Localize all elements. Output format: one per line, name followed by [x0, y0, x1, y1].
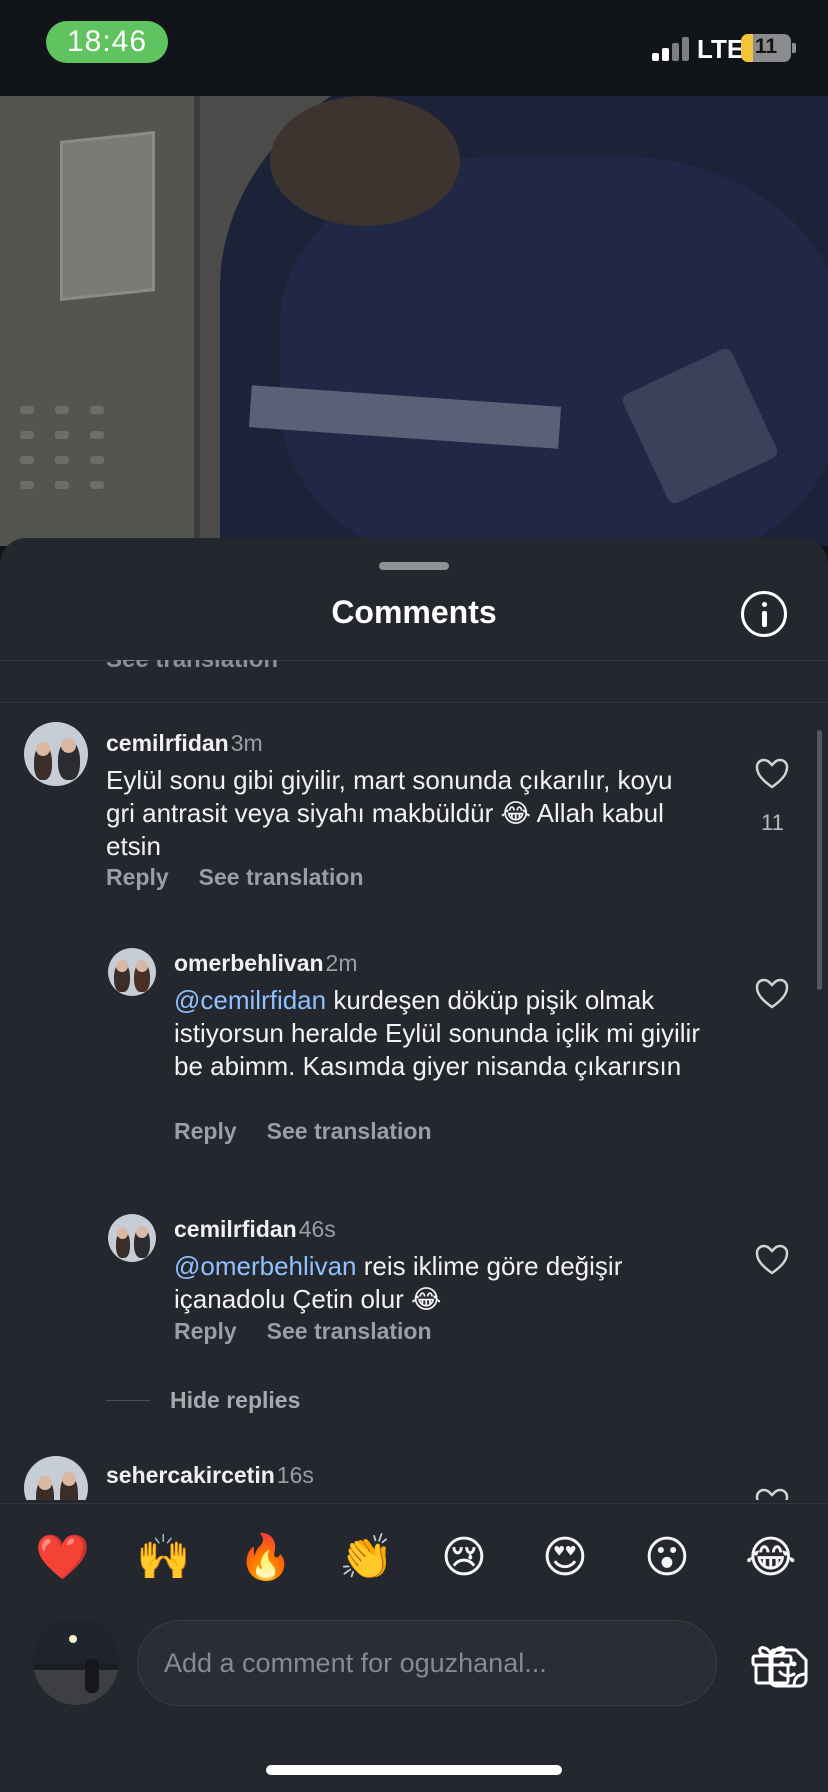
- heart-icon[interactable]: [755, 978, 789, 1010]
- avatar[interactable]: [108, 1214, 156, 1262]
- video-player[interactable]: [0, 96, 828, 546]
- comment-text: @cemilrfidan kurdeşen döküp pişik olmak …: [174, 984, 734, 1083]
- drag-handle[interactable]: [379, 562, 449, 570]
- emoji-clap[interactable]: 👏: [339, 1530, 394, 1586]
- avatar[interactable]: [24, 1456, 88, 1500]
- avatar[interactable]: [24, 722, 88, 786]
- comment-item: sehercakircetin16s: [0, 1450, 828, 1500]
- emoji-heart[interactable]: ❤️: [35, 1530, 90, 1586]
- network-label: LTE: [697, 34, 745, 64]
- see-translation-button[interactable]: See translation: [199, 864, 364, 890]
- see-translation-button[interactable]: See translation: [267, 1118, 432, 1144]
- gift-icon[interactable]: [749, 1641, 795, 1685]
- heart-icon[interactable]: [755, 758, 789, 790]
- user-avatar[interactable]: [33, 1619, 119, 1705]
- divider: [0, 702, 828, 703]
- battery-charging-icon: 11: [741, 34, 791, 62]
- comment-username[interactable]: cemilrfidan46s: [174, 1216, 336, 1243]
- comment-age: 3m: [230, 730, 263, 756]
- video-face: [270, 96, 460, 226]
- see-translation-link[interactable]: See translation: [106, 660, 278, 674]
- username-text[interactable]: cemilrfidan: [106, 730, 229, 756]
- battery-tip: [792, 43, 796, 53]
- comment-actions: Reply See translation: [174, 1318, 462, 1345]
- reply-item: omerbehlivan2m @cemilrfidan kurdeşen dök…: [0, 942, 828, 1172]
- reply-button[interactable]: Reply: [106, 864, 169, 890]
- status-time: 18:46: [46, 21, 168, 63]
- comment-username[interactable]: sehercakircetin16s: [106, 1462, 314, 1489]
- reply-item: cemilrfidan46s @omerbehlivan reis iklime…: [0, 1208, 828, 1368]
- comment-text: Eylül sonu gibi giyilir, mart sonunda çı…: [106, 765, 673, 861]
- video-locker: [0, 96, 200, 546]
- like-count: 11: [761, 810, 784, 835]
- signal-icon: [652, 37, 690, 61]
- comment-input[interactable]: [164, 1621, 564, 1705]
- status-bar: 18:46 LTE 11: [0, 0, 828, 96]
- avatar[interactable]: [108, 948, 156, 996]
- hide-replies-line: [106, 1400, 150, 1401]
- comment-field[interactable]: [137, 1620, 808, 1706]
- home-indicator[interactable]: [266, 1765, 562, 1775]
- reply-button[interactable]: Reply: [174, 1318, 237, 1344]
- emoji-raised-hands[interactable]: 🙌: [136, 1530, 191, 1586]
- emoji-heart-eyes[interactable]: 😍: [542, 1530, 588, 1586]
- username-text[interactable]: cemilrfidan: [174, 1216, 297, 1242]
- comment-age: 16s: [276, 1462, 314, 1488]
- emoji-bar: ❤️ 🙌 🔥 👏 😢 😍 😮 😂: [0, 1503, 828, 1615]
- mention-link[interactable]: @omerbehlivan: [174, 1251, 356, 1281]
- emoji-crying[interactable]: 😢: [441, 1530, 487, 1586]
- comment-age: 2m: [325, 950, 358, 976]
- see-translation-button[interactable]: See translation: [267, 1318, 432, 1344]
- hide-replies-button[interactable]: Hide replies: [170, 1387, 300, 1414]
- username-text[interactable]: sehercakircetin: [106, 1462, 275, 1488]
- emoji-surprised[interactable]: 😮: [644, 1530, 690, 1586]
- emoji-laughing[interactable]: 😂: [745, 1530, 796, 1586]
- sheet-title: Comments: [331, 594, 497, 630]
- heart-icon[interactable]: [755, 1488, 789, 1500]
- comment-age: 46s: [298, 1216, 336, 1242]
- reply-button[interactable]: Reply: [174, 1118, 237, 1144]
- comment-username[interactable]: omerbehlivan2m: [174, 950, 358, 977]
- battery-level: 11: [754, 35, 778, 58]
- comment-actions: Reply See translation: [174, 1118, 462, 1145]
- info-icon[interactable]: [741, 591, 787, 637]
- mention-link[interactable]: @cemilrfidan: [174, 985, 326, 1015]
- comment-text: @omerbehlivan reis iklime göre değişir i…: [174, 1250, 694, 1316]
- comment-item: cemilrfidan3m Eylül sonu gibi giyilir, m…: [0, 710, 828, 910]
- username-text[interactable]: omerbehlivan: [174, 950, 324, 976]
- heart-icon[interactable]: [755, 1244, 789, 1276]
- comments-list[interactable]: See translation cemilrfidan3m Eylül sonu…: [0, 660, 828, 1500]
- comment-username[interactable]: cemilrfidan3m: [106, 730, 263, 757]
- emoji-fire[interactable]: 🔥: [238, 1530, 293, 1586]
- comment-actions: Reply See translation: [106, 864, 394, 891]
